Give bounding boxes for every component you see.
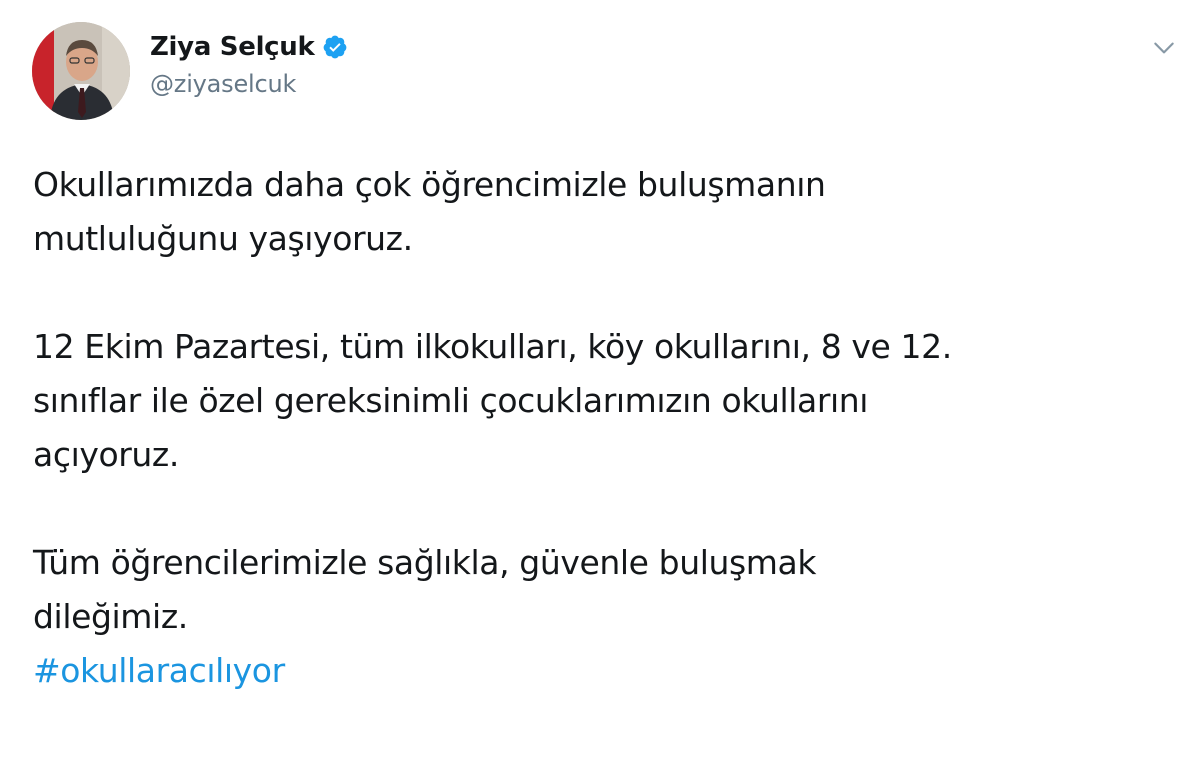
user-handle[interactable]: @ziyaselcuk: [150, 70, 348, 98]
tweet-line: 12 Ekim Pazartesi, tüm ilkokulları, köy …: [33, 327, 952, 366]
tweet-text: Okullarımızda daha çok öğrencimizle bulu…: [33, 158, 1173, 698]
tweet-line: Tüm öğrencilerimizle sağlıkla, güvenle b…: [33, 543, 817, 582]
tweet-line: Okullarımızda daha çok öğrencimizle bulu…: [33, 165, 826, 204]
user-info: Ziya Selçuk @ziyaselcuk: [150, 30, 348, 98]
avatar[interactable]: [32, 22, 130, 120]
chevron-down-icon: [1154, 42, 1174, 54]
hashtag-link[interactable]: #okullaracılıyor: [33, 651, 285, 690]
display-name[interactable]: Ziya Selçuk: [150, 32, 315, 62]
avatar-image: [32, 22, 130, 120]
verified-badge-icon: [322, 34, 348, 60]
tweet-line: açıyoruz.: [33, 435, 179, 474]
tweet-line: mutluluğunu yaşıyoruz.: [33, 219, 413, 258]
name-row: Ziya Selçuk: [150, 30, 348, 64]
tweet-line: sınıflar ile özel gereksinimli çocukları…: [33, 381, 869, 420]
tweet-card: Ziya Selçuk @ziyaselcuk Okullarımızda da…: [0, 0, 1200, 759]
tweet-line: dileğimiz.: [33, 597, 188, 636]
tweet-menu-button[interactable]: [1146, 30, 1182, 66]
